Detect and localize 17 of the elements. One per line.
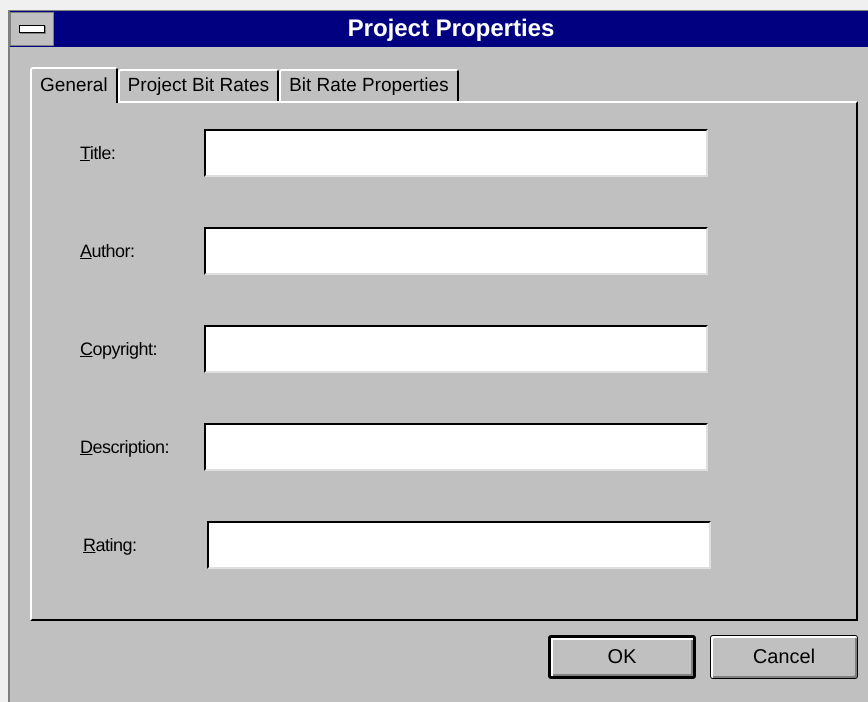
field-label: Title: [80,142,116,164]
system-menu-button[interactable] [10,12,54,46]
tab[interactable]: General [30,67,118,103]
input-field[interactable] [207,521,711,569]
field-label: Copyright: [80,338,158,360]
default-button[interactable]: OK [548,635,696,679]
field-label: Author: [80,240,136,262]
input-field[interactable] [204,325,708,373]
input-field[interactable] [204,423,708,471]
field-label: Rating: [83,534,138,556]
input-field[interactable] [204,227,708,275]
window-title: Project Properties [346,15,556,43]
dialog-button[interactable]: Cancel [710,635,858,679]
field-label: Description: [80,436,170,458]
tab[interactable]: Project Bit Rates [118,69,280,101]
tab[interactable]: Bit Rate Properties [279,69,459,101]
input-field[interactable] [204,129,708,177]
